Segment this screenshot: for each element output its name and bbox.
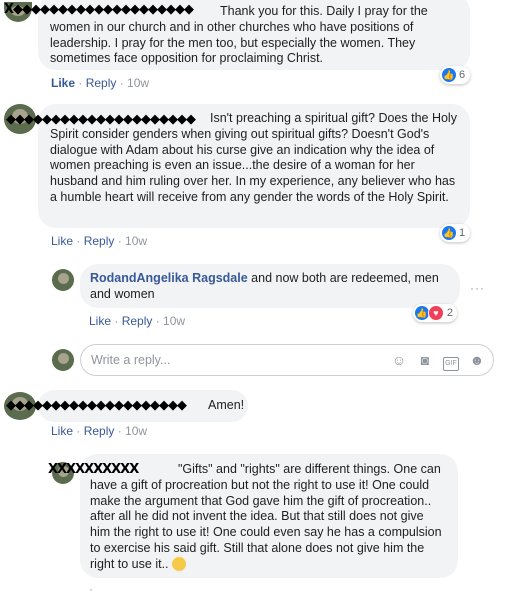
reaction-summary[interactable]: 👍 6 [440, 66, 470, 84]
camera-icon[interactable]: ◙ [417, 352, 433, 368]
like-link[interactable]: Like [89, 314, 111, 328]
reaction-summary[interactable]: 👍 1 [440, 224, 470, 242]
redaction-mark: X◆◆◆◆◆◆◆◆◆◆◆◆◆◆◆◆◆◆◆◆ [4, 2, 194, 17]
reply-bubble: RodandAngelika Ragsdale and now both are… [80, 264, 460, 308]
avatar [52, 349, 74, 371]
reaction-summary[interactable]: 👍 ♥ 2 [413, 304, 457, 322]
reaction-count: 1 [459, 227, 466, 239]
comment-actions: Like · Reply · 10w [51, 234, 148, 248]
comment-actions: Like · Reply · 10w [51, 424, 148, 438]
reply-link[interactable]: Reply [84, 234, 115, 248]
reply-link[interactable]: Reply [84, 424, 115, 438]
gif-icon[interactable]: GIF [443, 357, 459, 371]
reaction-count: 6 [459, 69, 466, 81]
reaction-count: 2 [446, 307, 453, 319]
comment-actions-partial: · [89, 582, 93, 596]
timestamp: 10w [163, 314, 186, 328]
reply-placeholder: Write a reply... [91, 353, 171, 367]
emoji-icon[interactable]: ☺ [391, 352, 407, 368]
comment-actions: Like · Reply · 10w [89, 314, 186, 328]
more-icon[interactable]: ··· [470, 281, 485, 295]
like-link[interactable]: Like [51, 234, 73, 248]
reply-toolbar: ☺ ◙ GIF ☻ [381, 352, 485, 371]
like-reaction-icon: 👍 [442, 226, 456, 240]
comment-text: "Gifts" and "rights" are different thing… [90, 462, 442, 571]
redaction-mark: ◆◆◆◆◆◆◆◆◆◆◆◆◆◆◆◆◆◆◆◆◆ [6, 112, 196, 127]
comment-text: Amen! [208, 398, 245, 412]
like-reaction-icon: 👍 [415, 306, 429, 320]
sticker-icon[interactable]: ☻ [469, 352, 485, 368]
like-link[interactable]: Like [51, 424, 73, 438]
reply-link[interactable]: Reply [86, 76, 117, 90]
reply-input[interactable]: Write a reply... ☺ ◙ GIF ☻ [80, 344, 494, 376]
avatar[interactable] [52, 269, 74, 291]
redaction-mark: XXXXXXXXXX [48, 462, 139, 477]
timestamp: 10w [127, 76, 150, 90]
comment-author[interactable]: RodandAngelika Ragsdale [90, 271, 248, 285]
like-reaction-icon: 👍 [442, 68, 456, 82]
like-link[interactable]: Like [51, 76, 75, 90]
reply-link[interactable]: Reply [122, 314, 153, 328]
timestamp: 10w [125, 234, 148, 248]
thinking-emoji-icon [172, 557, 186, 572]
timestamp: 10w [125, 424, 148, 438]
comment-actions: Like · Reply · 10w [51, 76, 150, 90]
love-reaction-icon: ♥ [427, 305, 444, 321]
redaction-mark: ◆◆◆◆◆◆◆◆◆◆◆◆◆◆◆◆◆◆◆◆ [6, 398, 187, 413]
